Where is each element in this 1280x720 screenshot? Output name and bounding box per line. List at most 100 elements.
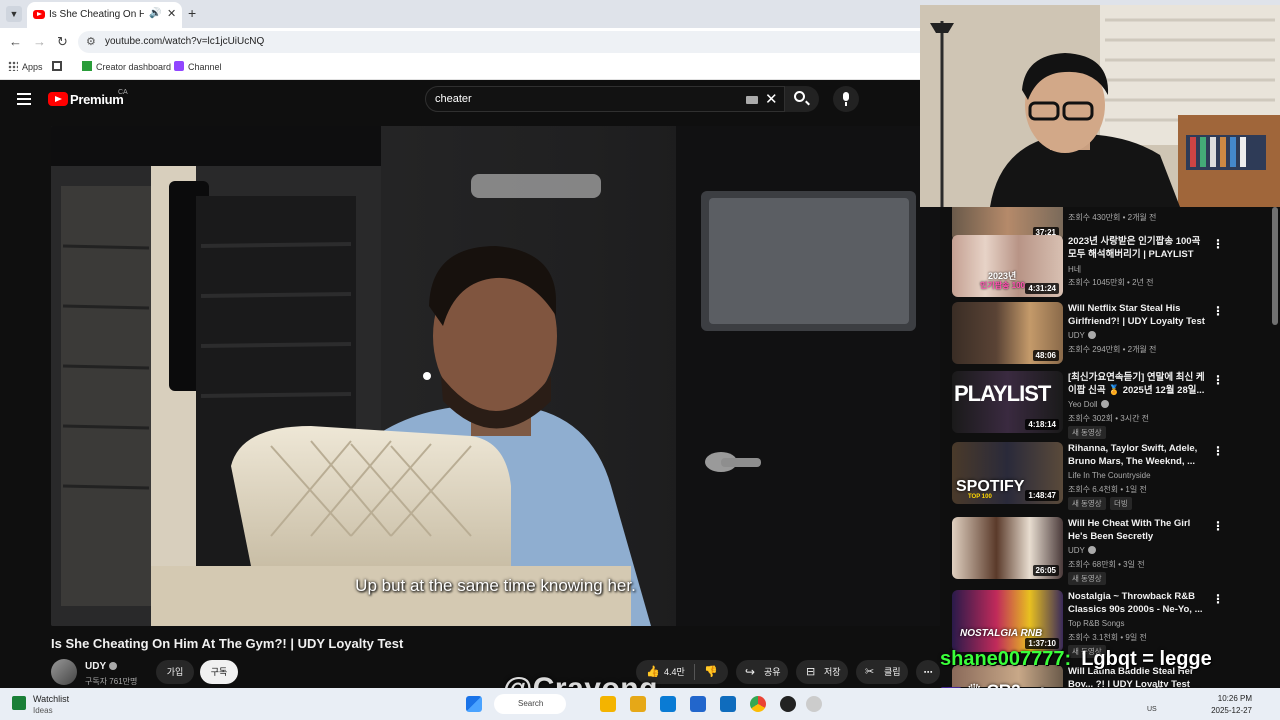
clock-date[interactable]: 2025-12-27 (1200, 706, 1252, 715)
more-vert-icon[interactable]: ⋮ (1212, 373, 1224, 387)
rec-title[interactable]: 2023년 사랑받은 인기팝송 100곡 모두 해석해버리기 | PLAYLIS… (1068, 235, 1208, 261)
address-bar[interactable]: ⚙ youtube.com/watch?v=lc1jcUiUcNQ (78, 31, 938, 53)
rec-channel-text[interactable]: UDY (1068, 546, 1085, 555)
folder-icon[interactable] (630, 696, 646, 712)
video-thumbnail[interactable]: 48:06 (952, 302, 1063, 364)
rec-channel[interactable]: UDY (1068, 546, 1096, 555)
obs-icon[interactable] (780, 696, 796, 712)
new-badge: 새 동영상 (1068, 497, 1106, 510)
language-indicator[interactable]: US (1147, 706, 1157, 713)
more-vert-icon[interactable]: ⋮ (1212, 592, 1224, 606)
rec-channel[interactable]: UDY (1068, 331, 1096, 340)
video-thumbnail[interactable]: 2023년 인기팝송 100 4:31:24 (952, 235, 1063, 297)
rec-title[interactable]: Will He Cheat With The Girl He's Been Se… (1068, 517, 1208, 543)
kick-logo-icon (82, 61, 92, 71)
dislike-thumb-icon[interactable]: 👎 (704, 660, 718, 684)
list-item[interactable]: 48:06 Will Netflix Star Steal His Girlfr… (950, 302, 1270, 370)
view-meta: 조회수 68만회 • 3일 전 (1068, 560, 1145, 569)
rec-channel-text[interactable]: UDY (1068, 331, 1085, 340)
webcam-scene (920, 5, 1280, 207)
more-actions-icon[interactable]: ⋯ (916, 660, 940, 684)
thumb-text: TOP 100 (968, 494, 992, 500)
clear-search-icon[interactable]: ✕ (765, 90, 778, 108)
store-icon[interactable] (690, 696, 706, 712)
rec-channel[interactable]: Yeo Doll (1068, 400, 1109, 409)
bookmark-channel[interactable]: Channel (174, 61, 222, 72)
browser-tab-active[interactable]: Is She Cheating On Him At 🔊 ✕ (27, 2, 182, 28)
app-icon[interactable] (806, 696, 822, 712)
windows-start-icon[interactable] (466, 696, 482, 712)
divider (694, 664, 695, 680)
list-item[interactable]: 2023년 인기팝송 100 4:31:24 2023년 사랑받은 인기팝송 1… (950, 235, 1270, 303)
view-meta: 조회수 1045만회 • 2년 전 (1068, 278, 1154, 287)
youtube-logo-icon[interactable] (48, 92, 68, 106)
video-thumbnail[interactable]: NOSTALGIA RNB 1:37:10 (952, 590, 1063, 652)
apps-grid-icon (8, 61, 18, 71)
widget-title[interactable]: Watchlist (33, 694, 69, 704)
more-vert-icon[interactable]: ⋮ (1212, 519, 1224, 533)
search-input[interactable]: cheater ✕ (425, 86, 785, 112)
save-button[interactable]: ⊟ 저장 (796, 660, 848, 684)
more-vert-icon[interactable]: ⋮ (1212, 444, 1224, 458)
channel-name[interactable]: UDY (85, 661, 118, 672)
taskbar-search[interactable]: Search (494, 694, 566, 714)
list-item[interactable]: PLAYLIST 4:18:14 [최신가요연속듣기] 연말에 최신 케이팝 신… (950, 371, 1270, 439)
search-label: Search (518, 699, 544, 708)
bookmark-apps[interactable]: Apps (8, 61, 43, 72)
keyboard-icon[interactable] (746, 96, 758, 104)
back-arrow-icon[interactable]: ← (9, 34, 22, 49)
dubbed-badge: 더빙 (1110, 497, 1132, 510)
bookmark-label: Channel (188, 62, 222, 72)
video-player[interactable]: Up but at the same time knowing her. (51, 126, 940, 626)
rec-title[interactable]: [최신가요연속듣기] 연말에 최신 케이팝 신곡 🏅 2025년 12월 28일… (1068, 371, 1208, 397)
video-thumbnail[interactable]: SPOTIFY TOP 100 1:48:47 (952, 442, 1063, 504)
menu-hamburger-icon[interactable] (17, 93, 31, 105)
video-caption: Up but at the same time knowing her. (355, 576, 636, 595)
bookmark-icon: ⊟ (806, 666, 816, 678)
video-thumbnail[interactable]: 26:05 (952, 517, 1063, 579)
file-explorer-icon[interactable] (600, 696, 616, 712)
tab-search-chevron-icon[interactable]: ▼ (6, 6, 22, 22)
url-text[interactable]: youtube.com/watch?v=lc1jcUiUcNQ (105, 36, 264, 47)
stocks-widget-icon[interactable] (12, 696, 26, 710)
rec-title[interactable]: Nostalgia ~ Throwback R&B Classics 90s 2… (1068, 590, 1208, 616)
more-vert-icon[interactable]: ⋮ (1212, 237, 1224, 251)
forward-arrow-icon[interactable]: → (33, 34, 46, 49)
search-button[interactable] (785, 86, 819, 112)
reload-icon[interactable]: ↻ (57, 34, 68, 50)
clip-button[interactable]: ✂ 클립 (856, 660, 908, 684)
rec-title[interactable]: Rihanna, Taylor Swift, Adele, Bruno Mars… (1068, 442, 1208, 468)
channel-avatar[interactable] (51, 659, 77, 685)
rec-channel[interactable]: H네 (1068, 264, 1081, 275)
chrome-icon[interactable] (750, 696, 766, 712)
tab-close-icon[interactable]: ✕ (167, 7, 176, 20)
join-button[interactable]: 가입 (156, 660, 194, 684)
rec-channel[interactable]: Top R&B Songs (1068, 619, 1124, 628)
recommendations-list: 37:21 조회수 430만회 • 2개월 전 2023년 인기팝송 100 4… (950, 207, 1270, 687)
more-vert-icon[interactable]: ⋮ (1212, 304, 1224, 318)
new-tab-icon[interactable]: + (188, 5, 196, 21)
video-thumbnail[interactable]: PLAYLIST 4:18:14 (952, 371, 1063, 433)
list-item[interactable]: SPOTIFY TOP 100 1:48:47 Rihanna, Taylor … (950, 442, 1270, 510)
subscribe-button[interactable]: 구독 (200, 660, 238, 684)
duration-badge: 4:31:24 (1025, 283, 1059, 294)
rec-channel[interactable]: Life In The Countryside (1068, 471, 1151, 480)
country-code: CA (118, 89, 128, 96)
search-query[interactable]: cheater (435, 93, 472, 105)
scrollbar[interactable] (1272, 207, 1278, 325)
grid-icon[interactable] (52, 61, 66, 72)
voice-search-mic-icon[interactable] (833, 86, 859, 112)
rec-title[interactable]: Will Netflix Star Steal His Girlfriend?!… (1068, 302, 1208, 328)
rec-channel-text[interactable]: Yeo Doll (1068, 400, 1098, 409)
mail-icon[interactable] (720, 696, 736, 712)
bookmark-creator-dashboard[interactable]: Creator dashboard (82, 61, 171, 72)
youtube-premium-logo-text[interactable]: Premium (70, 92, 124, 107)
edge-icon[interactable] (660, 696, 676, 712)
channel-name-text[interactable]: UDY (85, 661, 106, 672)
share-button[interactable]: ↪ 공유 (736, 660, 788, 684)
like-count[interactable]: 4.4만 (664, 660, 685, 684)
speaker-icon[interactable]: 🔊 (149, 8, 161, 19)
list-item[interactable]: 26:05 Will He Cheat With The Girl He's B… (950, 517, 1270, 585)
site-info-icon[interactable]: ⚙ (86, 35, 96, 48)
clock-time[interactable]: 10:26 PM (1208, 694, 1252, 703)
